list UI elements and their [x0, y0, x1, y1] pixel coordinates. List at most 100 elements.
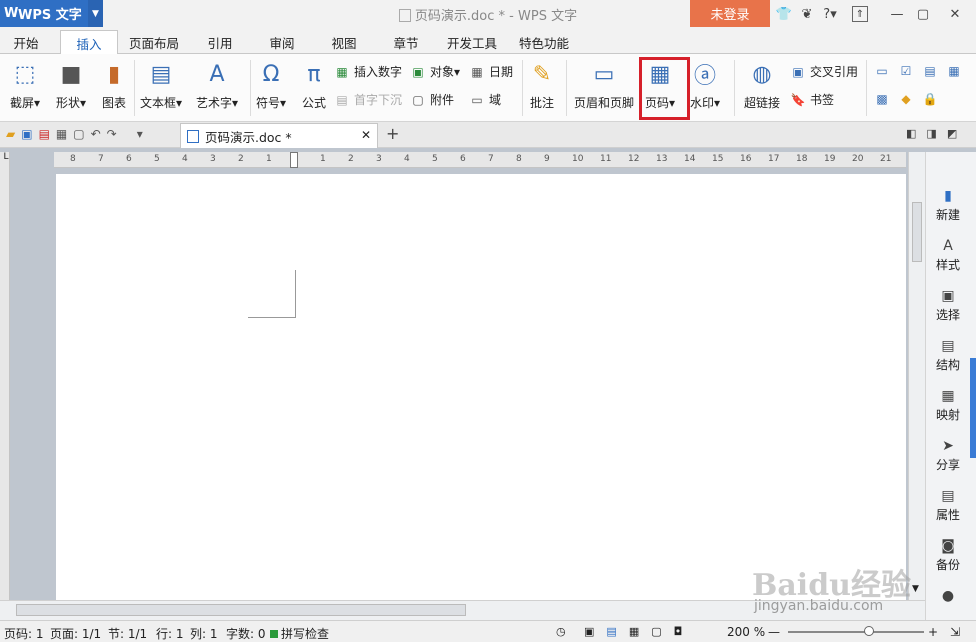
tab-references[interactable]: 引用: [194, 30, 246, 54]
zoom-in-icon[interactable]: +: [928, 625, 938, 639]
collapse-icon[interactable]: ⇲: [950, 625, 960, 639]
tab-review[interactable]: 审阅: [256, 30, 308, 54]
tab-stop-selector[interactable]: L: [0, 152, 12, 168]
checkbox-icon[interactable]: ☑: [898, 63, 914, 79]
lock-icon[interactable]: 🔒: [922, 91, 938, 107]
print-preview-icon[interactable]: ▢: [73, 127, 84, 141]
spell-check[interactable]: 拼写检查: [270, 625, 329, 642]
comment-button[interactable]: ✎ 批注: [529, 60, 555, 111]
field-button[interactable]: ▭ 域: [469, 91, 501, 108]
chevron-down-icon[interactable]: ▼: [912, 584, 919, 594]
doc-file-icon: [187, 129, 199, 143]
print-icon[interactable]: ▦: [56, 127, 67, 141]
hyperlink-button[interactable]: ◍ 超链接: [744, 60, 780, 111]
outline-view-icon[interactable]: ▦: [629, 625, 639, 638]
watermark-button[interactable]: ⓐ 水印▾: [690, 60, 720, 111]
status-row: 行: 1: [156, 627, 184, 641]
new-tab-button[interactable]: +: [386, 124, 399, 143]
horizontal-ruler[interactable]: 8 7 6 5 4 3 2 1 1 2 3 4 5 6 7 8 9 10 11 12 13 14 15 16 17 18 19 20 2…: [54, 152, 906, 168]
panel-toggle-handle[interactable]: [970, 358, 976, 458]
vertical-ruler[interactable]: [0, 152, 10, 600]
close-tab-icon[interactable]: ✕: [361, 128, 371, 142]
eraser-icon[interactable]: ◆: [898, 91, 914, 107]
web-view-icon[interactable]: ▢: [651, 625, 661, 638]
export-pdf-icon[interactable]: ▤: [39, 127, 50, 141]
side-select[interactable]: ▣ 选择: [926, 288, 970, 323]
combo-icon[interactable]: ▤: [922, 63, 938, 79]
ruler-tick-label: 3: [210, 154, 216, 164]
document-tab[interactable]: 页码演示.doc * ✕: [180, 123, 378, 148]
wordart-button[interactable]: A 艺术字▾: [196, 60, 238, 111]
zoom-out-icon[interactable]: —: [768, 625, 780, 639]
style-icon: A: [943, 238, 953, 254]
open-icon[interactable]: ▰: [6, 127, 15, 141]
close-doc-icon[interactable]: ◩: [947, 127, 957, 140]
cross-ref-button[interactable]: ▣ 交叉引用: [790, 63, 858, 80]
vertical-scrollbar[interactable]: ▼: [908, 152, 925, 600]
save-icon[interactable]: ▣: [21, 127, 32, 141]
zoom-handle[interactable]: [864, 626, 874, 636]
side-styles[interactable]: A 样式: [926, 238, 970, 273]
bookmark-button[interactable]: 🔖 书签: [790, 91, 835, 108]
tab-developer[interactable]: 开发工具: [440, 30, 504, 54]
document-page[interactable]: [56, 174, 906, 600]
help-icon[interactable]: ? ▾: [820, 4, 840, 24]
object-button[interactable]: ▣ 对象 ▾: [410, 63, 460, 80]
tab-view[interactable]: 视图: [318, 30, 370, 54]
tab-section[interactable]: 章节: [380, 30, 432, 54]
skin-icon[interactable]: ❦: [797, 4, 817, 24]
upload-icon[interactable]: ⇑: [852, 6, 868, 22]
structure-icon: ▤: [941, 338, 955, 354]
side-chat[interactable]: ●: [926, 588, 970, 606]
document-icon: [398, 9, 411, 22]
side-properties[interactable]: ▤ 属性: [926, 488, 970, 523]
ruler-tick-label: 11: [600, 154, 612, 164]
pin-icon[interactable]: ◧: [906, 127, 916, 140]
close-icon[interactable]: ✕: [945, 4, 965, 24]
side-share[interactable]: ➤ 分享: [926, 438, 970, 473]
reading-view-icon[interactable]: ◘: [674, 625, 683, 638]
tab-special[interactable]: 特色功能: [512, 30, 576, 54]
ruler-tick-label: 19: [824, 154, 836, 164]
side-structure[interactable]: ▤ 结构: [926, 338, 970, 373]
indent-marker[interactable]: [290, 152, 298, 168]
shirt-icon[interactable]: 👕: [774, 4, 794, 24]
fullscreen-icon[interactable]: ▣: [584, 625, 594, 638]
chart-icon: ▮: [107, 61, 121, 87]
grid-icon[interactable]: ▩: [874, 91, 890, 107]
clock-icon[interactable]: ◷: [556, 625, 566, 638]
restore-icon[interactable]: ▢: [913, 4, 933, 24]
insert-number-button[interactable]: ▦ 插入数字: [334, 63, 402, 80]
date-button[interactable]: ▦ 日期: [469, 63, 513, 80]
side-backup[interactable]: ◙ 备份: [926, 538, 970, 573]
attachment-button[interactable]: ▢ 附件: [410, 91, 454, 108]
textbox-button[interactable]: ▤ 文本框▾: [140, 60, 182, 111]
undo-icon[interactable]: ↶: [91, 127, 101, 141]
tab-home[interactable]: 开始: [0, 30, 52, 54]
screenshot-button[interactable]: ⬚ 截屏▾: [10, 60, 40, 111]
login-button[interactable]: 未登录: [690, 0, 770, 27]
list-icon[interactable]: ▦: [946, 63, 962, 79]
page-view-icon[interactable]: ▤: [606, 625, 616, 638]
window-icon[interactable]: ◨: [926, 127, 936, 140]
hscroll-thumb[interactable]: [16, 604, 466, 616]
zoom-slider[interactable]: [788, 631, 924, 633]
tab-page-layout[interactable]: 页面布局: [122, 30, 186, 54]
header-footer-button[interactable]: ▭ 页眉和页脚: [574, 60, 634, 111]
tab-insert[interactable]: 插入: [60, 30, 118, 55]
side-new[interactable]: ▮ 新建: [926, 188, 970, 223]
ruler-tick-label: 1: [320, 154, 326, 164]
symbol-button[interactable]: Ω 符号▾: [256, 60, 286, 111]
redo-icon[interactable]: ↷: [107, 127, 117, 141]
side-map[interactable]: ▦ 映射: [926, 388, 970, 423]
textfield-icon[interactable]: ▭: [874, 63, 890, 79]
minimize-icon[interactable]: —: [887, 4, 907, 24]
formula-button[interactable]: π 公式: [301, 60, 327, 111]
zoom-level[interactable]: 200 %: [727, 625, 765, 639]
ruler-tick-label: 1: [266, 154, 272, 164]
chevron-down-icon[interactable]: ▾: [137, 127, 143, 141]
shape-button[interactable]: ■ 形状▾: [56, 60, 86, 111]
scroll-thumb[interactable]: [912, 202, 922, 262]
chart-button[interactable]: ▮ 图表: [101, 60, 127, 111]
status-words[interactable]: 字数: 0: [226, 625, 266, 642]
